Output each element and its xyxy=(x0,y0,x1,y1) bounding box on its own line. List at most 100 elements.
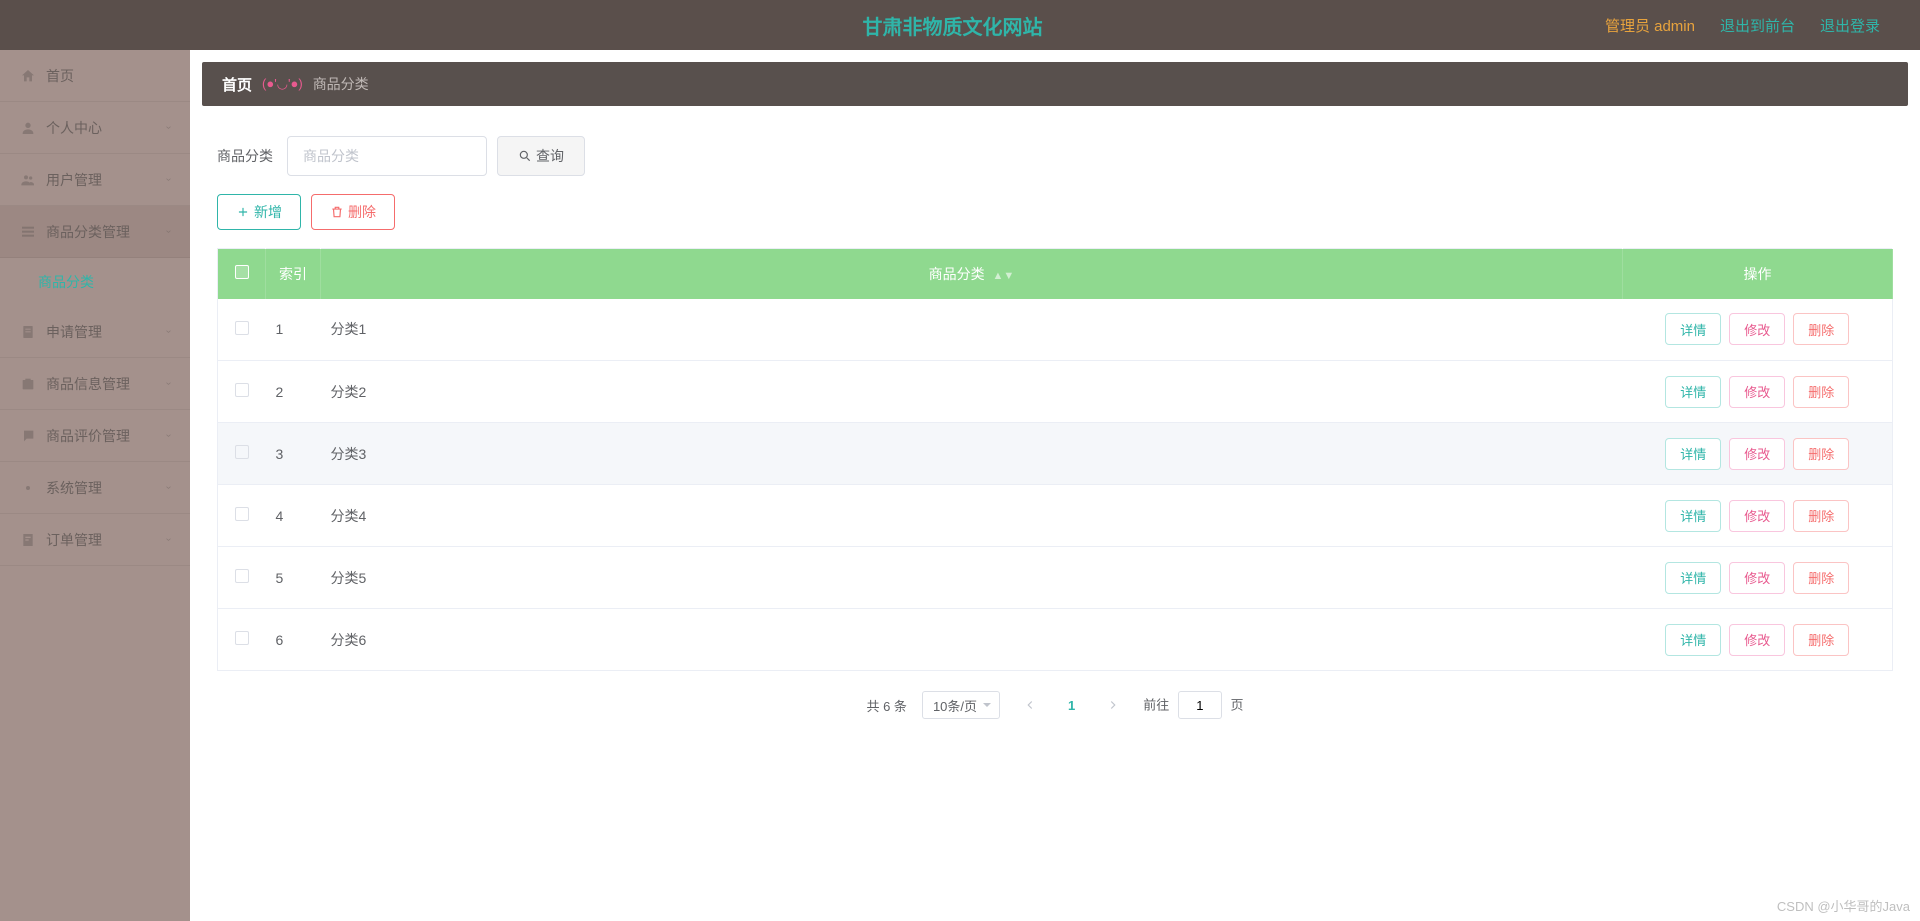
sidebar-item-profile[interactable]: 个人中心 › xyxy=(0,102,190,154)
user-icon xyxy=(20,120,36,136)
chevron-down-icon: › xyxy=(163,178,174,181)
sidebar-item-apply[interactable]: 申请管理 › xyxy=(0,306,190,358)
sidebar-item-review[interactable]: 商品评价管理 › xyxy=(0,410,190,462)
site-title: 甘肃非物质文化网站 xyxy=(300,11,1605,40)
cell-category: 分类3 xyxy=(321,423,1623,485)
edit-button[interactable]: 修改 xyxy=(1729,624,1785,656)
review-icon xyxy=(20,428,36,444)
sidebar-item-label: 首页 xyxy=(46,66,170,86)
row-checkbox[interactable] xyxy=(235,383,249,397)
product-icon xyxy=(20,376,36,392)
sidebar-item-system[interactable]: 系统管理 › xyxy=(0,462,190,514)
edit-button[interactable]: 修改 xyxy=(1729,376,1785,408)
chevron-down-icon: › xyxy=(163,330,174,333)
sidebar-item-home[interactable]: 首页 xyxy=(0,50,190,102)
edit-button[interactable]: 修改 xyxy=(1729,438,1785,470)
home-icon xyxy=(20,68,36,84)
delete-button-label: 删除 xyxy=(348,202,376,222)
pagination-total: 共 6 条 xyxy=(866,696,906,715)
sidebar-item-label: 商品信息管理 xyxy=(46,374,167,394)
select-all-checkbox[interactable] xyxy=(235,265,249,279)
sidebar: 首页 个人中心 › 用户管理 › 商品分类管理 › 商品分类 申请管理 › 商品… xyxy=(0,50,190,921)
row-delete-button[interactable]: 删除 xyxy=(1793,500,1849,532)
sidebar-item-label: 用户管理 xyxy=(46,170,167,190)
sidebar-item-category[interactable]: 商品分类管理 › xyxy=(0,206,190,258)
pagination: 共 6 条 10条/页 1 前往 页 xyxy=(217,691,1893,719)
detail-button[interactable]: 详情 xyxy=(1665,624,1721,656)
delete-button[interactable]: 删除 xyxy=(311,194,395,230)
row-checkbox[interactable] xyxy=(235,321,249,335)
row-delete-button[interactable]: 删除 xyxy=(1793,376,1849,408)
cell-category: 分类4 xyxy=(321,485,1623,547)
sidebar-sub-category[interactable]: 商品分类 xyxy=(0,258,190,306)
jump-input[interactable] xyxy=(1178,691,1222,719)
next-page-button[interactable] xyxy=(1098,691,1128,719)
table-row: 1 分类1 详情 修改 删除 xyxy=(218,299,1893,361)
chevron-down-icon: › xyxy=(163,434,174,437)
page-number[interactable]: 1 xyxy=(1060,698,1083,713)
header-index[interactable]: 索引 xyxy=(266,249,321,299)
detail-button[interactable]: 详情 xyxy=(1665,438,1721,470)
row-checkbox[interactable] xyxy=(235,631,249,645)
prev-page-button[interactable] xyxy=(1015,691,1045,719)
cell-index: 2 xyxy=(266,361,321,423)
header-category[interactable]: 商品分类 ▲▼ xyxy=(321,249,1623,299)
header-checkbox-cell xyxy=(218,249,266,299)
chevron-right-icon xyxy=(1106,698,1120,712)
header-category-label: 商品分类 xyxy=(929,266,985,282)
row-checkbox[interactable] xyxy=(235,569,249,583)
system-icon xyxy=(20,480,36,496)
category-icon xyxy=(20,224,36,240)
detail-button[interactable]: 详情 xyxy=(1665,313,1721,345)
chevron-down-icon: › xyxy=(163,382,174,385)
cell-category: 分类5 xyxy=(321,547,1623,609)
sort-icon[interactable]: ▲▼ xyxy=(993,273,1015,279)
search-input[interactable] xyxy=(287,136,487,176)
sidebar-item-order[interactable]: 订单管理 › xyxy=(0,514,190,566)
search-icon xyxy=(518,149,532,163)
table-row: 4 分类4 详情 修改 删除 xyxy=(218,485,1893,547)
sidebar-item-label: 申请管理 xyxy=(46,322,167,342)
users-icon xyxy=(20,172,36,188)
jump-prefix: 前往 xyxy=(1143,698,1169,713)
breadcrumb: 首页 (●'◡'●) 商品分类 xyxy=(202,62,1908,106)
search-button-label: 查询 xyxy=(536,146,564,166)
table-row: 3 分类3 详情 修改 删除 xyxy=(218,423,1893,485)
cell-index: 5 xyxy=(266,547,321,609)
row-checkbox[interactable] xyxy=(235,507,249,521)
detail-button[interactable]: 详情 xyxy=(1665,500,1721,532)
sidebar-item-product[interactable]: 商品信息管理 › xyxy=(0,358,190,410)
edit-button[interactable]: 修改 xyxy=(1729,313,1785,345)
cell-index: 3 xyxy=(266,423,321,485)
sidebar-sub-label: 商品分类 xyxy=(38,272,94,292)
sidebar-item-users[interactable]: 用户管理 › xyxy=(0,154,190,206)
main-content: 首页 (●'◡'●) 商品分类 商品分类 查询 新增 xyxy=(190,50,1920,921)
add-button[interactable]: 新增 xyxy=(217,194,301,230)
edit-button[interactable]: 修改 xyxy=(1729,500,1785,532)
row-delete-button[interactable]: 删除 xyxy=(1793,624,1849,656)
detail-button[interactable]: 详情 xyxy=(1665,562,1721,594)
data-table: 索引 商品分类 ▲▼ 操作 1 分类1 详情 修改 删除 2 xyxy=(217,248,1893,671)
chevron-down-icon: › xyxy=(163,126,174,129)
frontend-link[interactable]: 退出到前台 xyxy=(1720,15,1795,36)
cell-index: 6 xyxy=(266,609,321,671)
breadcrumb-current: 商品分类 xyxy=(313,74,369,94)
header: 甘肃非物质文化网站 管理员 admin 退出到前台 退出登录 xyxy=(0,0,1920,50)
detail-button[interactable]: 详情 xyxy=(1665,376,1721,408)
row-delete-button[interactable]: 删除 xyxy=(1793,438,1849,470)
admin-link[interactable]: 管理员 admin xyxy=(1605,15,1695,36)
logout-link[interactable]: 退出登录 xyxy=(1820,15,1880,36)
breadcrumb-home[interactable]: 首页 xyxy=(222,74,252,95)
table-row: 2 分类2 详情 修改 删除 xyxy=(218,361,1893,423)
row-delete-button[interactable]: 删除 xyxy=(1793,562,1849,594)
edit-button[interactable]: 修改 xyxy=(1729,562,1785,594)
row-checkbox[interactable] xyxy=(235,445,249,459)
table-row: 6 分类6 详情 修改 删除 xyxy=(218,609,1893,671)
page-size-select[interactable]: 10条/页 xyxy=(922,691,1000,719)
row-delete-button[interactable]: 删除 xyxy=(1793,313,1849,345)
breadcrumb-separator: (●'◡'●) xyxy=(262,76,303,92)
apply-icon xyxy=(20,324,36,340)
sidebar-item-label: 订单管理 xyxy=(46,530,167,550)
search-button[interactable]: 查询 xyxy=(497,136,585,176)
chevron-left-icon xyxy=(1023,698,1037,712)
